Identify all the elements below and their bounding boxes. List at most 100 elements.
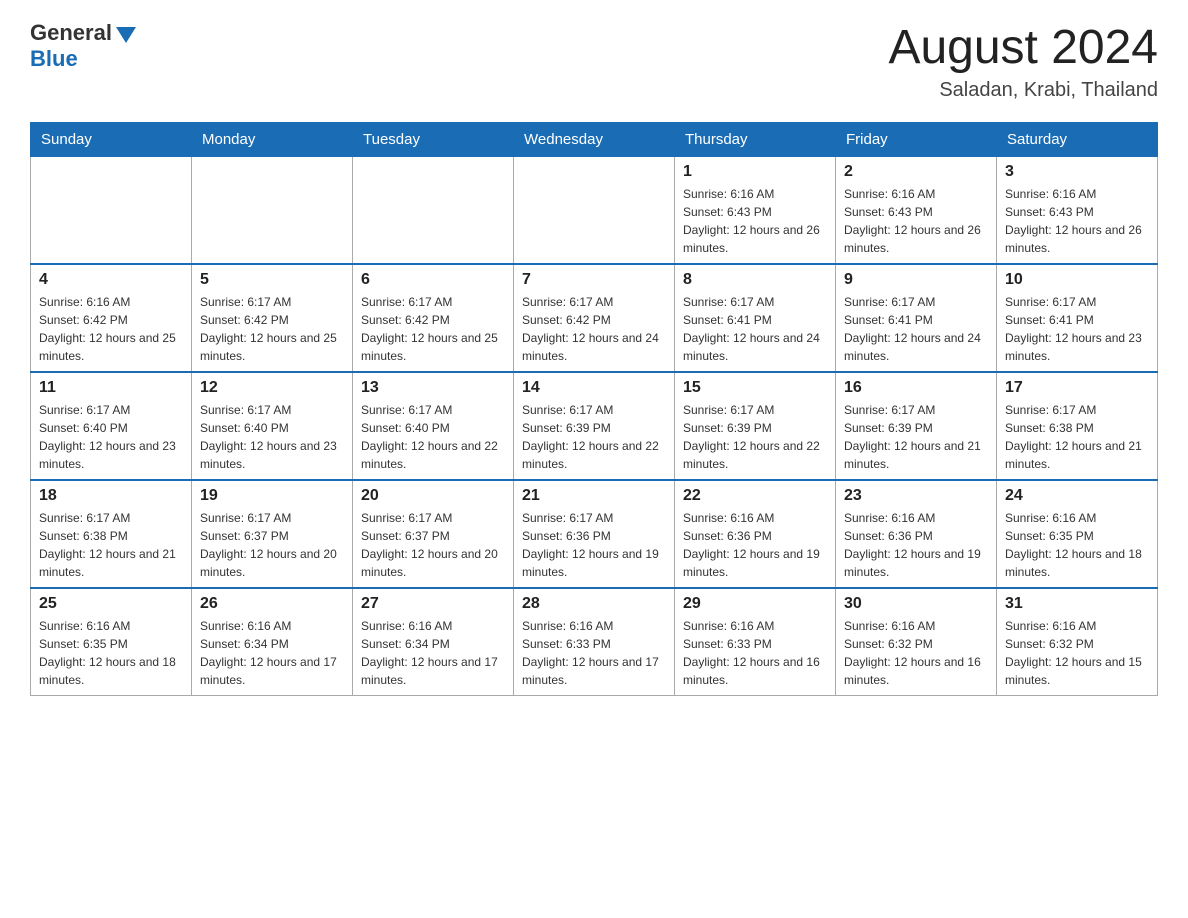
day-info: Sunrise: 6:16 AM Sunset: 6:34 PM Dayligh… (200, 617, 344, 689)
day-number: 10 (1005, 271, 1149, 289)
weekday-header: Wednesday (514, 123, 675, 157)
calendar-cell: 28 Sunrise: 6:16 AM Sunset: 6:33 PM Dayli… (514, 588, 675, 696)
day-number: 3 (1005, 163, 1149, 181)
weekday-header: Tuesday (353, 123, 514, 157)
logo-arrow-icon (116, 27, 136, 43)
calendar-cell: 25 Sunrise: 6:16 AM Sunset: 6:35 PM Dayli… (31, 588, 192, 696)
day-info: Sunrise: 6:16 AM Sunset: 6:35 PM Dayligh… (39, 617, 183, 689)
day-number: 24 (1005, 487, 1149, 505)
calendar-week-row: 11 Sunrise: 6:17 AM Sunset: 6:40 PM Dayli… (31, 372, 1158, 480)
calendar-cell: 6 Sunrise: 6:17 AM Sunset: 6:42 PM Daylig… (353, 264, 514, 372)
calendar-cell: 21 Sunrise: 6:17 AM Sunset: 6:36 PM Dayli… (514, 480, 675, 588)
day-info: Sunrise: 6:17 AM Sunset: 6:39 PM Dayligh… (844, 401, 988, 473)
day-number: 18 (39, 487, 183, 505)
logo-general-text: General (30, 20, 112, 46)
day-number: 11 (39, 379, 183, 397)
day-info: Sunrise: 6:17 AM Sunset: 6:42 PM Dayligh… (200, 293, 344, 365)
day-number: 31 (1005, 595, 1149, 613)
day-number: 5 (200, 271, 344, 289)
day-info: Sunrise: 6:16 AM Sunset: 6:32 PM Dayligh… (1005, 617, 1149, 689)
day-number: 17 (1005, 379, 1149, 397)
page-header: General Blue August 2024 Saladan, Krabi,… (30, 20, 1158, 102)
calendar-cell: 11Sunrise: 6:17 AM Sunset: 6:40 PM Dayli… (31, 372, 192, 480)
calendar-cell: 22 Sunrise: 6:16 AM Sunset: 6:36 PM Dayli… (675, 480, 836, 588)
calendar-week-row: 1 Sunrise: 6:16 AM Sunset: 6:43 PM Daylig… (31, 157, 1158, 265)
day-number: 21 (522, 487, 666, 505)
calendar-cell (31, 157, 192, 265)
calendar-cell: 9 Sunrise: 6:17 AM Sunset: 6:41 PM Daylig… (836, 264, 997, 372)
calendar-cell: 3Sunrise: 6:16 AM Sunset: 6:43 PM Daylig… (997, 157, 1158, 265)
day-number: 12 (200, 379, 344, 397)
day-info: Sunrise: 6:17 AM Sunset: 6:42 PM Dayligh… (522, 293, 666, 365)
day-number: 27 (361, 595, 505, 613)
day-info: Sunrise: 6:17 AM Sunset: 6:40 PM Dayligh… (200, 401, 344, 473)
day-number: 25 (39, 595, 183, 613)
day-number: 23 (844, 487, 988, 505)
day-info: Sunrise: 6:17 AM Sunset: 6:41 PM Dayligh… (844, 293, 988, 365)
calendar-cell: 13 Sunrise: 6:17 AM Sunset: 6:40 PM Dayli… (353, 372, 514, 480)
day-info: Sunrise: 6:16 AM Sunset: 6:43 PM Dayligh… (683, 185, 827, 257)
calendar-cell: 29Sunrise: 6:16 AM Sunset: 6:33 PM Dayli… (675, 588, 836, 696)
day-number: 6 (361, 271, 505, 289)
calendar-cell: 14 Sunrise: 6:17 AM Sunset: 6:39 PM Dayli… (514, 372, 675, 480)
day-info: Sunrise: 6:17 AM Sunset: 6:38 PM Dayligh… (39, 509, 183, 581)
calendar-cell: 15Sunrise: 6:17 AM Sunset: 6:39 PM Dayli… (675, 372, 836, 480)
calendar-cell: 12 Sunrise: 6:17 AM Sunset: 6:40 PM Dayli… (192, 372, 353, 480)
calendar-cell: 19 Sunrise: 6:17 AM Sunset: 6:37 PM Dayli… (192, 480, 353, 588)
day-info: Sunrise: 6:16 AM Sunset: 6:33 PM Dayligh… (522, 617, 666, 689)
weekday-header: Monday (192, 123, 353, 157)
day-number: 26 (200, 595, 344, 613)
day-number: 28 (522, 595, 666, 613)
calendar-cell (514, 157, 675, 265)
day-info: Sunrise: 6:16 AM Sunset: 6:35 PM Dayligh… (1005, 509, 1149, 581)
day-number: 29 (683, 595, 827, 613)
calendar-cell: 5 Sunrise: 6:17 AM Sunset: 6:42 PM Daylig… (192, 264, 353, 372)
day-number: 9 (844, 271, 988, 289)
day-number: 30 (844, 595, 988, 613)
day-number: 1 (683, 163, 827, 181)
day-info: Sunrise: 6:16 AM Sunset: 6:34 PM Dayligh… (361, 617, 505, 689)
calendar-cell: 30 Sunrise: 6:16 AM Sunset: 6:32 PM Dayli… (836, 588, 997, 696)
day-number: 8 (683, 271, 827, 289)
weekday-header: Saturday (997, 123, 1158, 157)
calendar-cell: 4Sunrise: 6:16 AM Sunset: 6:42 PM Daylig… (31, 264, 192, 372)
calendar-cell: 26 Sunrise: 6:16 AM Sunset: 6:34 PM Dayli… (192, 588, 353, 696)
logo: General Blue (30, 20, 136, 72)
day-info: Sunrise: 6:17 AM Sunset: 6:40 PM Dayligh… (361, 401, 505, 473)
day-info: Sunrise: 6:16 AM Sunset: 6:36 PM Dayligh… (683, 509, 827, 581)
calendar-cell (192, 157, 353, 265)
calendar-cell: 24 Sunrise: 6:16 AM Sunset: 6:35 PM Dayli… (997, 480, 1158, 588)
day-info: Sunrise: 6:17 AM Sunset: 6:36 PM Dayligh… (522, 509, 666, 581)
day-info: Sunrise: 6:17 AM Sunset: 6:39 PM Dayligh… (522, 401, 666, 473)
location-title: Saladan, Krabi, Thailand (888, 79, 1158, 102)
logo-blue-text: Blue (30, 46, 136, 72)
day-number: 16 (844, 379, 988, 397)
calendar-cell: 20 Sunrise: 6:17 AM Sunset: 6:37 PM Dayli… (353, 480, 514, 588)
calendar-week-row: 25 Sunrise: 6:16 AM Sunset: 6:35 PM Dayli… (31, 588, 1158, 696)
calendar-table: SundayMondayTuesdayWednesdayThursdayFrid… (30, 122, 1158, 696)
day-number: 2 (844, 163, 988, 181)
weekday-header: Sunday (31, 123, 192, 157)
day-number: 14 (522, 379, 666, 397)
day-info: Sunrise: 6:17 AM Sunset: 6:37 PM Dayligh… (200, 509, 344, 581)
day-info: Sunrise: 6:16 AM Sunset: 6:32 PM Dayligh… (844, 617, 988, 689)
calendar-cell: 17Sunrise: 6:17 AM Sunset: 6:38 PM Dayli… (997, 372, 1158, 480)
weekday-header: Friday (836, 123, 997, 157)
day-info: Sunrise: 6:17 AM Sunset: 6:41 PM Dayligh… (1005, 293, 1149, 365)
day-number: 19 (200, 487, 344, 505)
calendar-cell: 31 Sunrise: 6:16 AM Sunset: 6:32 PM Dayli… (997, 588, 1158, 696)
title-section: August 2024 Saladan, Krabi, Thailand (888, 20, 1158, 102)
calendar-cell: 16 Sunrise: 6:17 AM Sunset: 6:39 PM Dayli… (836, 372, 997, 480)
day-number: 22 (683, 487, 827, 505)
day-number: 13 (361, 379, 505, 397)
day-number: 15 (683, 379, 827, 397)
day-info: Sunrise: 6:17 AM Sunset: 6:42 PM Dayligh… (361, 293, 505, 365)
day-number: 20 (361, 487, 505, 505)
day-number: 7 (522, 271, 666, 289)
day-info: Sunrise: 6:17 AM Sunset: 6:41 PM Dayligh… (683, 293, 827, 365)
calendar-cell: 2 Sunrise: 6:16 AM Sunset: 6:43 PM Daylig… (836, 157, 997, 265)
calendar-cell (353, 157, 514, 265)
calendar-week-row: 4Sunrise: 6:16 AM Sunset: 6:42 PM Daylig… (31, 264, 1158, 372)
day-info: Sunrise: 6:16 AM Sunset: 6:43 PM Dayligh… (844, 185, 988, 257)
day-info: Sunrise: 6:17 AM Sunset: 6:37 PM Dayligh… (361, 509, 505, 581)
